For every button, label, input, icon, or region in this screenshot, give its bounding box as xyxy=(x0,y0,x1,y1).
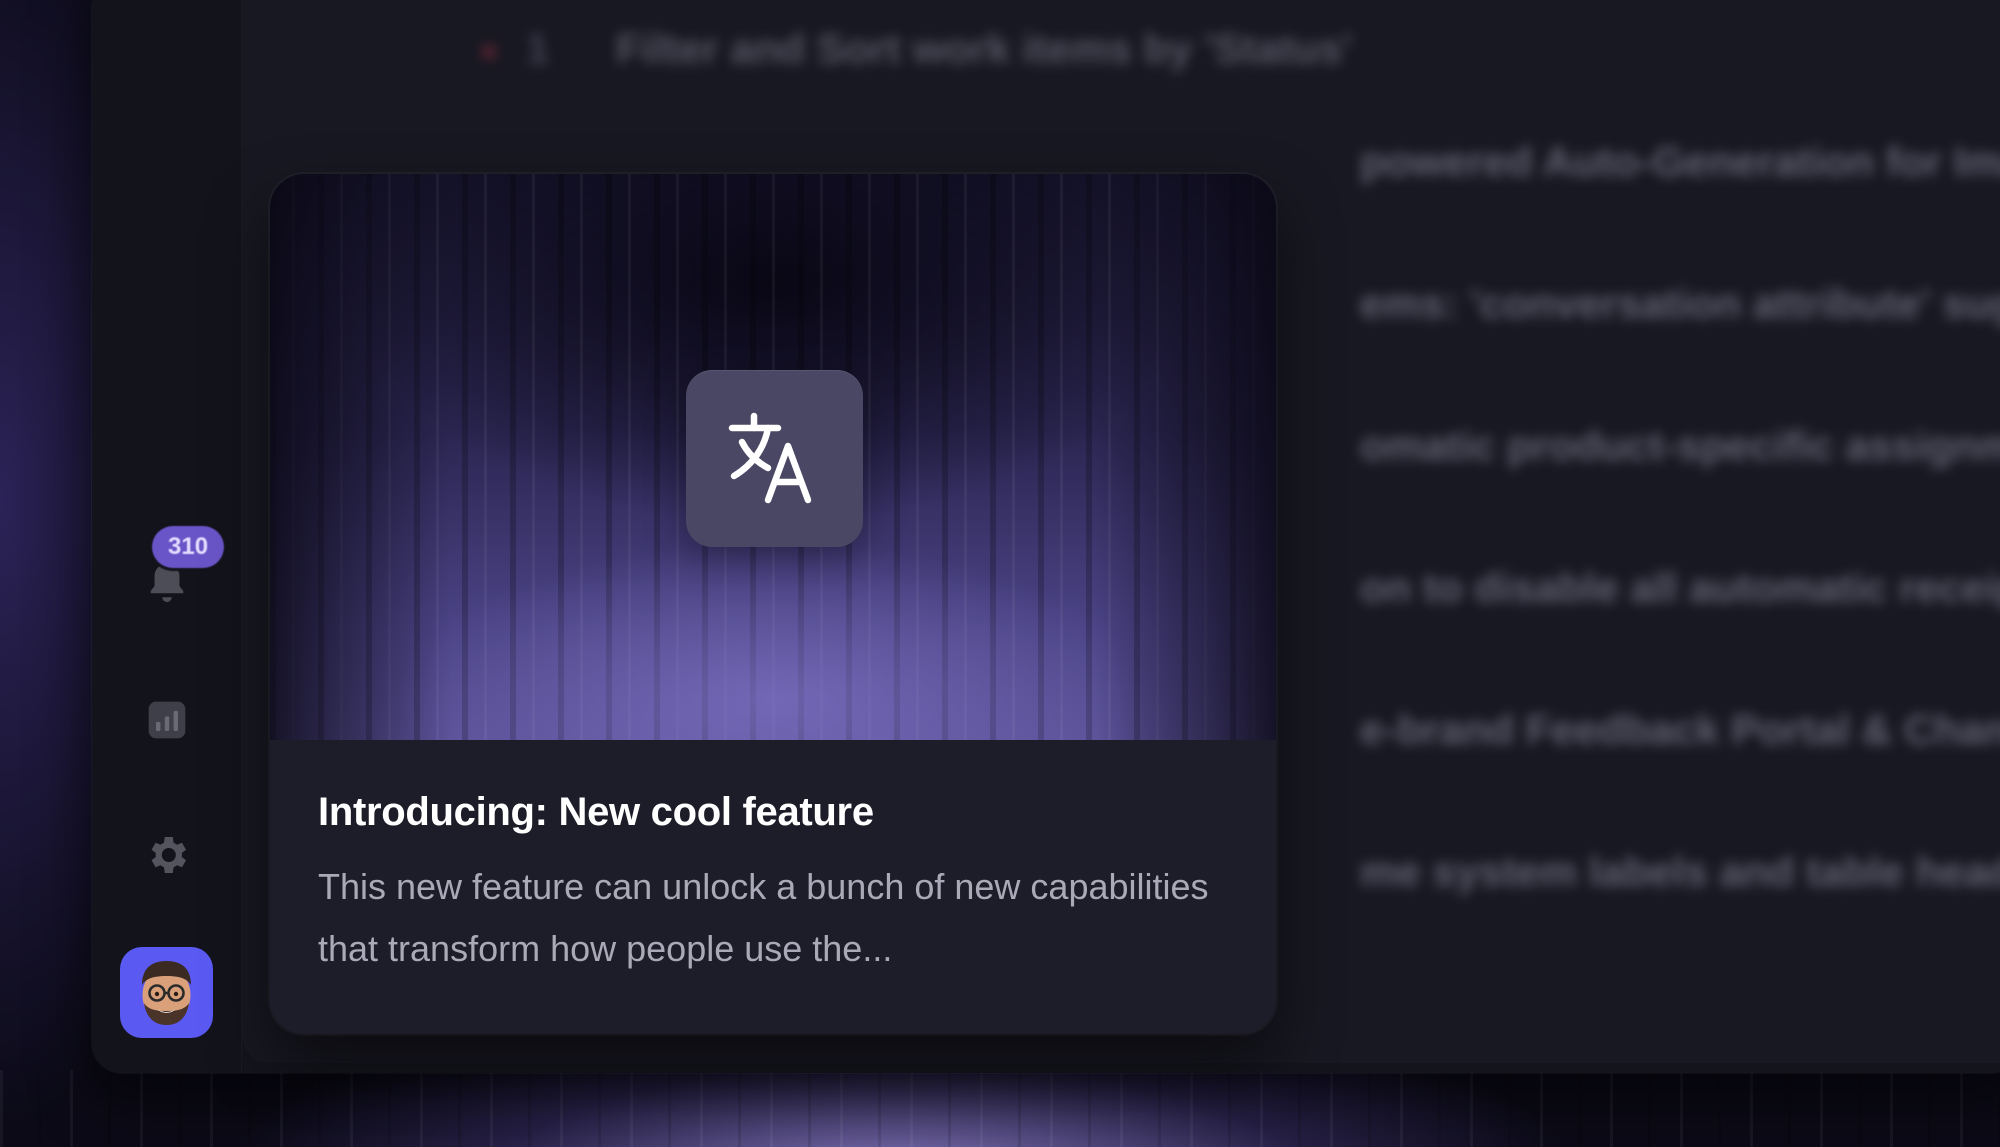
list-header: 1 Filter and Sort work items by 'Status' xyxy=(482,25,2000,73)
item-number: 1 xyxy=(526,25,550,72)
notification-count-badge: 310 xyxy=(152,526,225,568)
feature-title: Introducing: New cool feature xyxy=(318,790,874,834)
analytics-icon xyxy=(148,701,186,739)
feature-card-body: Introducing: New cool feature This new f… xyxy=(318,786,1228,980)
list-item[interactable]: on to disable all automatic receipt xyxy=(1360,564,2000,612)
feature-description: This new feature can unlock a bunch of n… xyxy=(318,866,1209,969)
list-header-text: Filter and Sort work items by 'Status' xyxy=(616,25,1353,72)
feature-hero-image xyxy=(270,174,1276,740)
translate-icon-tile xyxy=(686,370,863,547)
settings-button[interactable] xyxy=(140,828,194,882)
list-item[interactable]: e-brand Feedback Portal & Change xyxy=(1360,706,2000,754)
list-item[interactable]: omatic product-specific assignme xyxy=(1360,422,2000,470)
translate-icon xyxy=(728,412,811,503)
list-item[interactable]: ems: 'conversation attribute' sugg xyxy=(1360,280,2000,328)
avatar-memoji-icon xyxy=(142,961,191,1025)
status-dot xyxy=(482,44,496,59)
gear-icon xyxy=(151,837,186,873)
backdrop-stripes xyxy=(0,1070,2000,1147)
analytics-button[interactable] xyxy=(142,695,192,745)
user-avatar[interactable] xyxy=(120,947,213,1038)
list-item[interactable]: me system labels and table head xyxy=(1360,848,2000,896)
feature-announcement-card[interactable]: Introducing: New cool feature This new f… xyxy=(270,174,1276,1034)
list-item[interactable]: powered Auto-Generation for Image xyxy=(1360,138,2000,186)
